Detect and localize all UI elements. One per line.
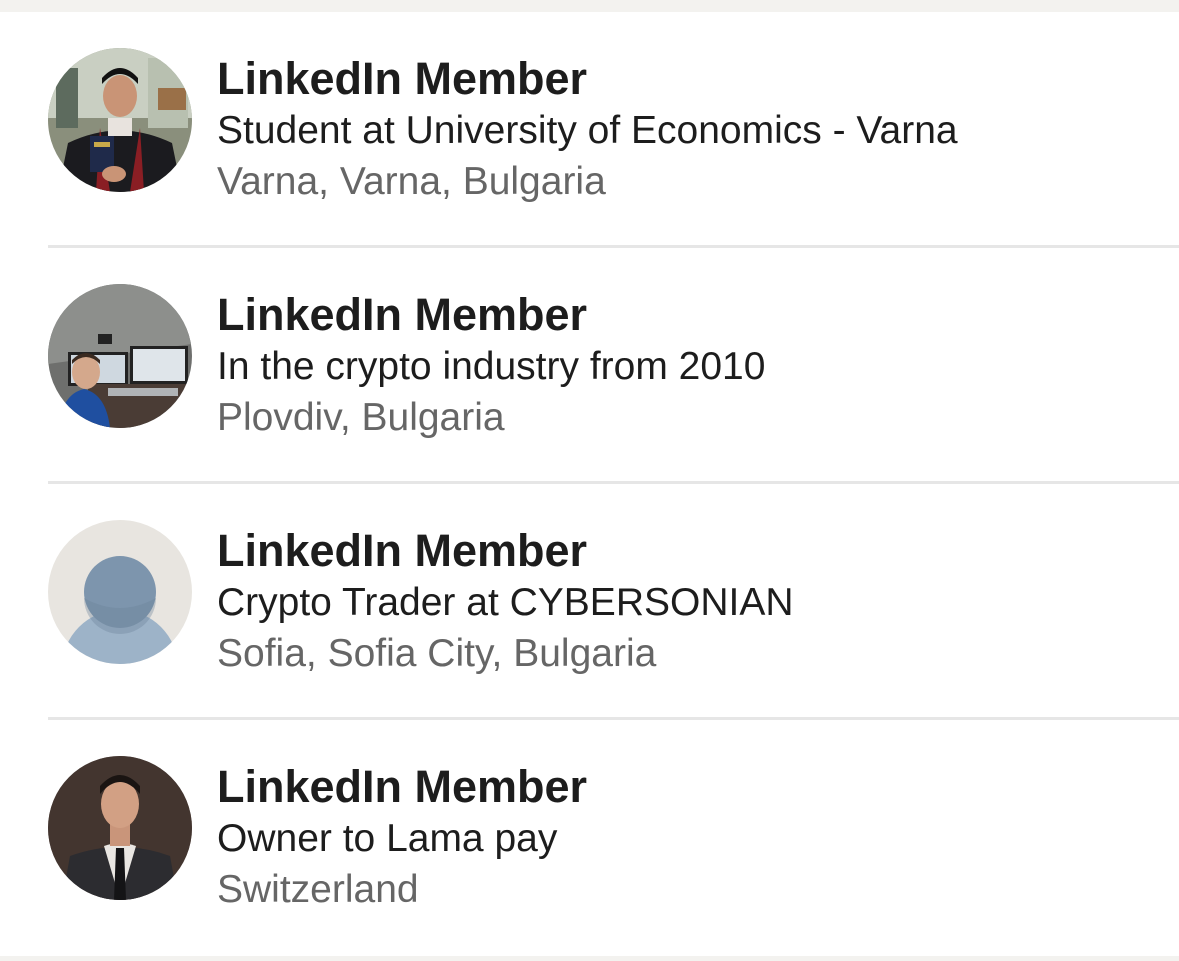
member-headline: Owner to Lama pay	[217, 817, 558, 860]
avatar[interactable]	[48, 520, 192, 664]
bottom-separator	[0, 956, 1179, 961]
member-info: LinkedIn Member Crypto Trader at CYBERSO…	[217, 524, 1159, 680]
list-item[interactable]: LinkedIn Member Crypto Trader at CYBERSO…	[0, 484, 1179, 720]
member-location: Plovdiv, Bulgaria	[217, 396, 505, 439]
member-info: LinkedIn Member Owner to Lama pay Switze…	[217, 760, 1159, 916]
graduate-photo	[48, 48, 192, 192]
list-item[interactable]: LinkedIn Member In the crypto industry f…	[0, 248, 1179, 484]
desk-monitors-photo	[48, 284, 192, 428]
default-person-icon	[48, 520, 192, 664]
member-headline: Student at University of Economics - Var…	[217, 109, 958, 152]
avatar[interactable]	[48, 284, 192, 428]
suit-portrait-photo	[48, 756, 192, 900]
member-info: LinkedIn Member In the crypto industry f…	[217, 288, 1159, 444]
search-results-list: LinkedIn Member Student at University of…	[0, 12, 1179, 956]
list-item[interactable]: LinkedIn Member Student at University of…	[0, 12, 1179, 248]
avatar[interactable]	[48, 48, 192, 192]
list-item[interactable]: LinkedIn Member Owner to Lama pay Switze…	[0, 720, 1179, 956]
member-headline: Crypto Trader at CYBERSONIAN	[217, 581, 794, 624]
member-headline: In the crypto industry from 2010	[217, 345, 766, 388]
avatar[interactable]	[48, 756, 192, 900]
member-location: Sofia, Sofia City, Bulgaria	[217, 632, 657, 675]
member-location: Varna, Varna, Bulgaria	[217, 160, 606, 203]
member-name[interactable]: LinkedIn Member	[217, 524, 1159, 578]
member-name[interactable]: LinkedIn Member	[217, 52, 1159, 106]
member-name[interactable]: LinkedIn Member	[217, 288, 1159, 342]
member-info: LinkedIn Member Student at University of…	[217, 52, 1159, 208]
member-location: Switzerland	[217, 868, 419, 911]
member-name[interactable]: LinkedIn Member	[217, 760, 1159, 814]
top-separator	[0, 0, 1179, 12]
